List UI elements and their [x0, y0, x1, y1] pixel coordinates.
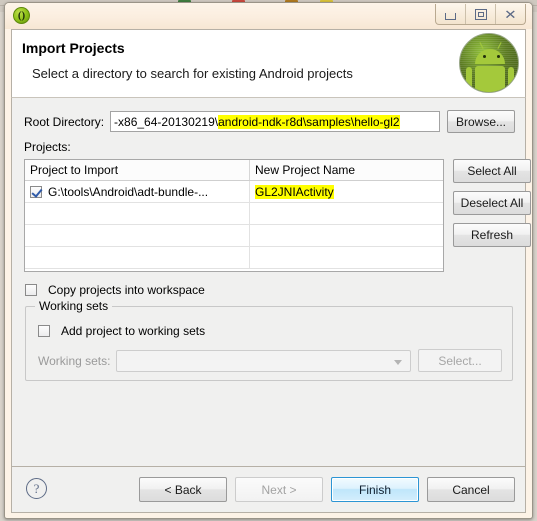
- cell-project-to-import[interactable]: G:\tools\Android\adt-bundle-...: [25, 181, 250, 202]
- row-checkbox[interactable]: [30, 185, 42, 198]
- antenna-right-icon: [497, 42, 502, 49]
- deselect-all-button[interactable]: Deselect All: [453, 191, 531, 215]
- add-to-working-sets-label: Add project to working sets: [61, 324, 206, 338]
- window-controls: ✕: [435, 4, 526, 25]
- android-robot-logo: [459, 33, 519, 93]
- next-button: Next >: [235, 477, 323, 502]
- new-project-name-value: GL2JNIActivity: [255, 184, 334, 199]
- finish-button[interactable]: Finish: [331, 477, 419, 502]
- table-row[interactable]: [25, 225, 443, 247]
- robot-head-icon: [475, 49, 505, 64]
- dialog-body: Root Directory: -x86_64-20130219\ android…: [11, 97, 531, 467]
- table-header-row: Project to Import New Project Name: [25, 160, 443, 181]
- copy-projects-label: Copy projects into workspace: [48, 283, 205, 297]
- help-icon[interactable]: ?: [26, 478, 47, 499]
- column-header-project-to-import: Project to Import: [25, 160, 250, 180]
- robot-eye-right-icon: [497, 55, 500, 58]
- root-directory-value-plain: -x86_64-20130219\: [114, 114, 219, 129]
- table-row[interactable]: G:\tools\Android\adt-bundle-... GL2JNIAc…: [25, 181, 443, 203]
- working-sets-legend: Working sets: [35, 299, 113, 313]
- chevron-down-icon: [394, 359, 402, 365]
- import-projects-dialog: () ✕ Import Projects Select a directory …: [4, 2, 533, 519]
- page-title: Import Projects: [22, 40, 125, 56]
- close-icon: ✕: [504, 6, 517, 22]
- add-to-working-sets-checkbox[interactable]: [38, 325, 50, 337]
- antenna-left-icon: [479, 42, 484, 49]
- page-subtitle: Select a directory to search for existin…: [32, 66, 353, 81]
- dialog-titlebar[interactable]: () ✕: [5, 3, 532, 29]
- cell-project-path: G:\tools\Android\adt-bundle-...: [48, 184, 209, 199]
- dialog-header: Import Projects Select a directory to se…: [11, 29, 526, 97]
- add-to-working-sets-row[interactable]: Add project to working sets: [38, 324, 205, 338]
- back-button[interactable]: < Back: [139, 477, 227, 502]
- root-directory-row: Root Directory: -x86_64-20130219\ android…: [24, 110, 515, 133]
- root-directory-input[interactable]: -x86_64-20130219\ android-ndk-r8d\samples…: [110, 111, 440, 132]
- working-sets-combobox[interactable]: [116, 349, 411, 372]
- working-sets-select-button[interactable]: Select...: [418, 349, 502, 372]
- projects-label: Projects:: [24, 140, 71, 154]
- cell-project-to-import: [25, 225, 250, 246]
- eclipse-icon-glyph: (): [17, 9, 26, 21]
- eclipse-icon: (): [13, 7, 30, 24]
- working-sets-label: Working sets:: [38, 353, 111, 368]
- robot-arm-left-icon: [466, 67, 472, 89]
- select-all-button[interactable]: Select All: [453, 159, 531, 183]
- table-row[interactable]: [25, 247, 443, 269]
- dialog-footer: ? < Back Next > Finish Cancel: [11, 467, 526, 513]
- root-directory-value-highlighted: android-ndk-r8d\samples\hello-gl2: [218, 114, 400, 129]
- table-row[interactable]: [25, 203, 443, 225]
- cell-new-project-name[interactable]: GL2JNIActivity: [250, 181, 443, 202]
- cell-project-to-import: [25, 203, 250, 224]
- copy-projects-checkbox[interactable]: [25, 284, 37, 296]
- refresh-button[interactable]: Refresh: [453, 223, 531, 247]
- restore-icon: [474, 8, 487, 20]
- working-sets-select-row: Working sets: Select...: [38, 349, 502, 372]
- cancel-button[interactable]: Cancel: [427, 477, 515, 502]
- robot-body-icon: [475, 66, 505, 92]
- projects-table: Project to Import New Project Name G:\to…: [24, 159, 444, 272]
- table-side-buttons: Select All Deselect All Refresh: [453, 159, 531, 247]
- close-button[interactable]: ✕: [496, 4, 525, 24]
- cell-new-project-name: [250, 225, 443, 246]
- browse-button[interactable]: Browse...: [446, 110, 515, 133]
- copy-projects-row[interactable]: Copy projects into workspace: [25, 283, 205, 297]
- cell-new-project-name: [250, 203, 443, 224]
- footer-buttons: < Back Next > Finish Cancel: [139, 477, 515, 502]
- restore-button[interactable]: [466, 4, 496, 24]
- robot-arm-right-icon: [508, 67, 514, 89]
- column-header-new-project-name: New Project Name: [255, 163, 356, 177]
- cell-project-to-import: [25, 247, 250, 268]
- robot-eye-left-icon: [483, 55, 486, 58]
- minimize-button[interactable]: [436, 4, 466, 24]
- working-sets-group: Working sets Add project to working sets…: [25, 299, 513, 381]
- minimize-icon: [445, 12, 456, 20]
- cell-new-project-name: [250, 247, 443, 268]
- root-directory-label: Root Directory:: [24, 114, 105, 129]
